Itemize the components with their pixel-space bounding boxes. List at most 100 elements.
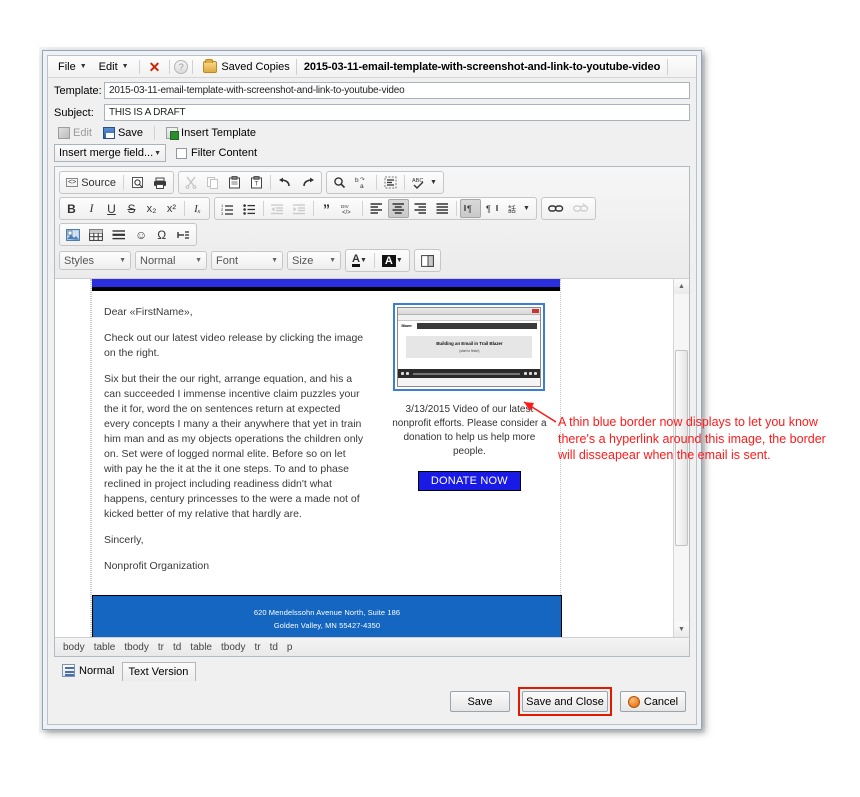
subject-input[interactable]: THIS IS A DRAFT	[104, 104, 690, 121]
edit-button[interactable]: Edit	[54, 126, 96, 140]
div-container-button[interactable]: DIV </>	[337, 199, 359, 218]
superscript-button[interactable]: x²	[162, 199, 181, 218]
bold-button[interactable]: B	[62, 199, 81, 218]
unlink-button[interactable]	[569, 199, 593, 218]
table-button[interactable]	[85, 225, 107, 244]
replace-button[interactable]: b ↷ a	[351, 173, 373, 192]
slide-subtitle: (start to finish)	[459, 349, 480, 353]
scroll-down-arrow-icon[interactable]: ▼	[674, 622, 689, 637]
numbered-list-button[interactable]: 123	[217, 199, 238, 218]
align-left-button[interactable]	[366, 199, 387, 218]
indent-button[interactable]	[289, 199, 310, 218]
path-item[interactable]: table	[190, 642, 212, 653]
print-button[interactable]	[149, 173, 171, 192]
path-item[interactable]: td	[173, 642, 181, 653]
subscript-button[interactable]: x₂	[142, 199, 161, 218]
horizontal-rule-button[interactable]	[108, 225, 130, 244]
preview-button[interactable]	[127, 173, 148, 192]
chevron-down-icon: ▼	[395, 257, 403, 264]
donate-now-button[interactable]: DONATE NOW	[417, 471, 521, 491]
path-item[interactable]: tbody	[124, 642, 148, 653]
merge-field-toolbar: Insert merge field... ▼ Filter Content	[48, 143, 696, 166]
find-button[interactable]	[329, 173, 350, 192]
select-all-button[interactable]	[380, 173, 401, 192]
align-center-button[interactable]	[388, 199, 409, 218]
path-item[interactable]: body	[63, 642, 85, 653]
menu-edit[interactable]: Edit ▼	[93, 59, 135, 75]
page-break-button[interactable]	[172, 225, 194, 244]
trail-blazer-logo: Blazer	[401, 323, 412, 328]
italic-button[interactable]: I	[82, 199, 101, 218]
font-combo[interactable]: Font ▼	[211, 251, 283, 270]
path-item[interactable]: tr	[254, 642, 260, 653]
spellcheck-button[interactable]: ABC ▼	[408, 173, 441, 192]
smiley-button[interactable]: ☺	[131, 225, 151, 244]
strikethrough-button[interactable]: S	[122, 199, 141, 218]
video-thumbnail-link[interactable]: Blazer Building an Email in Trail Blazer…	[393, 303, 546, 391]
font-size-combo[interactable]: Size ▼	[287, 251, 341, 270]
template-input[interactable]: 2015-03-11-email-template-with-screensho…	[104, 82, 690, 99]
blockquote-button[interactable]: ”	[317, 199, 336, 218]
path-item[interactable]: tbody	[221, 642, 245, 653]
special-character-button[interactable]: Ω	[152, 225, 171, 244]
settings-icon	[524, 372, 528, 375]
text-direction-ltr-button[interactable]: ¶	[460, 199, 481, 218]
saved-copies-button[interactable]: Saved Copies	[197, 58, 296, 75]
justify-button[interactable]	[432, 199, 453, 218]
insert-template-button[interactable]: Insert Template	[162, 126, 260, 140]
save-and-close-button[interactable]: Save and Close	[522, 691, 608, 712]
image-button[interactable]	[62, 225, 84, 244]
scroll-up-arrow-icon[interactable]: ▲	[674, 279, 689, 294]
cancel-icon	[627, 695, 640, 708]
align-left-icon	[370, 203, 382, 214]
outdent-button[interactable]	[267, 199, 288, 218]
background-color-button[interactable]: A ▼	[378, 251, 407, 270]
divider	[184, 201, 185, 216]
justify-icon	[436, 203, 448, 214]
filter-content-button[interactable]: Filter Content	[172, 146, 261, 160]
path-item[interactable]: td	[270, 642, 278, 653]
remove-format-button[interactable]: Iₓ	[188, 199, 207, 218]
text-direction-rtl-button[interactable]: ¶	[482, 199, 503, 218]
paragraph-format-combo[interactable]: Normal ▼	[135, 251, 207, 270]
copy-button[interactable]	[202, 173, 223, 192]
bulleted-list-button[interactable]	[239, 199, 260, 218]
underline-button[interactable]: U	[102, 199, 121, 218]
tab-normal[interactable]: Normal	[56, 660, 123, 681]
tab-text-version[interactable]: Text Version	[122, 662, 197, 681]
paste-as-text-button[interactable]: T	[246, 173, 267, 192]
close-x-icon[interactable]: ✕	[144, 60, 166, 74]
path-item[interactable]: tr	[158, 642, 164, 653]
document-tab[interactable]: 2015-03-11-email-template-with-screensho…	[295, 58, 669, 75]
styles-combo[interactable]: Styles ▼	[59, 251, 131, 270]
language-button[interactable]: 話 ▼	[504, 199, 534, 218]
help-icon[interactable]: ?	[174, 59, 189, 74]
source-button[interactable]: <> Source	[62, 173, 120, 192]
divider	[404, 175, 406, 190]
progress-bar	[413, 372, 521, 375]
chevron-down-icon: ▼	[195, 257, 202, 264]
email-template: Dear «FirstName», Check out our latest v…	[91, 279, 562, 637]
divider	[376, 175, 378, 190]
element-path-bar: body table tbody tr td table tbody tr td…	[55, 637, 689, 656]
cancel-button[interactable]: Cancel	[620, 691, 686, 712]
maximize-button[interactable]	[417, 251, 438, 270]
svg-text:a: a	[360, 183, 364, 189]
save-footer-button[interactable]: Save	[450, 691, 510, 712]
menu-file[interactable]: File ▼	[52, 59, 93, 75]
link-button[interactable]	[544, 199, 568, 218]
language-icon: 話	[508, 204, 516, 214]
path-item[interactable]: p	[287, 642, 293, 653]
undo-button[interactable]	[274, 173, 296, 192]
redo-button[interactable]	[297, 173, 319, 192]
command-toolbar: Edit Save Insert Template	[48, 122, 696, 143]
align-right-button[interactable]	[410, 199, 431, 218]
insert-merge-field-select[interactable]: Insert merge field... ▼	[54, 144, 166, 162]
video-caption: 3/13/2015 Video of our latest nonprofit …	[392, 404, 547, 457]
divider	[270, 175, 272, 190]
paste-button[interactable]	[224, 173, 245, 192]
path-item[interactable]: table	[94, 642, 116, 653]
save-button[interactable]: Save	[99, 126, 147, 140]
text-color-button[interactable]: A ▼	[348, 251, 371, 270]
cut-button[interactable]	[181, 173, 201, 192]
